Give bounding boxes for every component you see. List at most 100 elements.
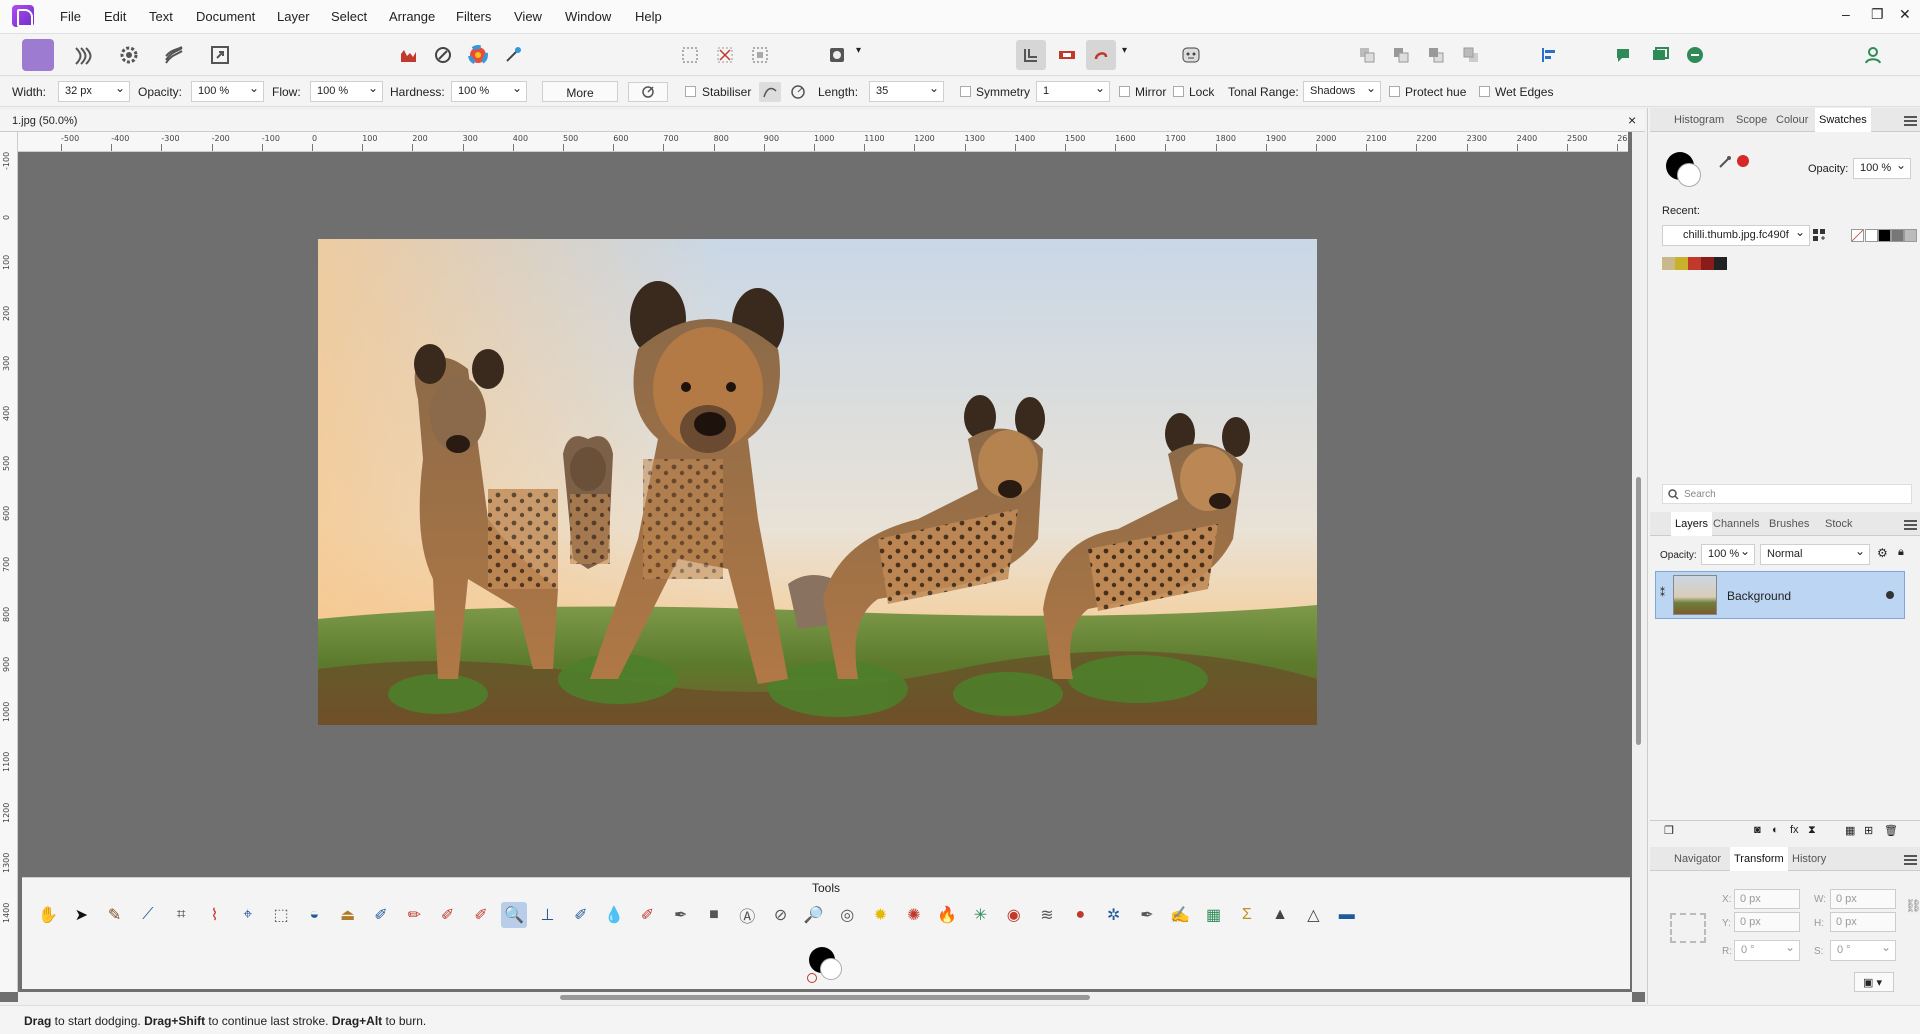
snapping-dropdown-icon[interactable]: ▾ — [1122, 45, 1127, 56]
grid-tool-icon[interactable]: ▦ — [1201, 902, 1227, 928]
menu-edit[interactable]: Edit — [104, 9, 126, 24]
bw-swatch[interactable] — [1891, 229, 1904, 242]
horizontal-ruler[interactable]: -500 -400 -300 -200 -100 0 100 200 300 400 500 600 7… — [18, 132, 1628, 152]
pixel-layer-icon[interactable]: ⧗ — [1808, 824, 1816, 837]
deselect-icon[interactable] — [710, 40, 740, 70]
gear-shape-tool-icon[interactable]: ✳ — [967, 902, 993, 928]
panel-menu-icon[interactable] — [1904, 116, 1917, 126]
recent-swatch[interactable] — [1714, 257, 1727, 270]
artistic-text-tool-icon[interactable]: Ⓐ — [734, 902, 760, 928]
move-tool-icon[interactable]: ➤ — [68, 902, 94, 928]
layer-visibility-icon[interactable] — [1886, 591, 1894, 599]
studio-link-icon[interactable] — [1609, 40, 1639, 70]
brush-options-button[interactable] — [628, 82, 668, 102]
picked-colour-swatch[interactable] — [1737, 155, 1749, 167]
add-layer-icon[interactable]: ⊞ — [1864, 824, 1873, 837]
menu-document[interactable]: Document — [196, 9, 255, 24]
layer-settings-icon[interactable]: ⚙ — [1877, 546, 1888, 560]
tab-colour[interactable]: Colour — [1776, 114, 1808, 126]
h-field[interactable]: 0 px — [1830, 912, 1896, 932]
layer-fx-icon[interactable]: ❐ — [1664, 824, 1674, 837]
white-balance-icon[interactable] — [428, 40, 458, 70]
document-tab[interactable]: 1.jpg (50.0%) × — [0, 110, 1645, 132]
vertical-scrollbar[interactable] — [1632, 132, 1645, 992]
opacity-field[interactable]: 100 % — [191, 81, 264, 102]
s-field[interactable]: 0 ° — [1830, 940, 1896, 961]
menu-arrange[interactable]: Arrange — [389, 9, 435, 24]
width-field[interactable]: 32 px — [58, 81, 130, 102]
triangle-outline-tool-icon[interactable]: △ — [1300, 902, 1326, 928]
bw-swatch[interactable] — [1904, 229, 1917, 242]
arrange-backward-icon[interactable] — [1386, 40, 1416, 70]
force-pixel-alignment-icon[interactable] — [1052, 40, 1082, 70]
shape-tool-icon[interactable]: ■ — [701, 902, 727, 928]
adjustment-icon[interactable]: ◐ — [1772, 824, 1779, 836]
tab-channels[interactable]: Channels — [1713, 518, 1759, 530]
transform-panel-menu-icon[interactable] — [1904, 855, 1917, 865]
hardness-field[interactable]: 100 % — [451, 81, 527, 102]
levels-icon[interactable] — [394, 40, 424, 70]
minimize-button[interactable]: – — [1842, 6, 1850, 22]
lock-icon[interactable]: 🔒︎ — [1898, 546, 1904, 559]
close-button[interactable]: ✕ — [1899, 6, 1911, 23]
dodge-tool-icon[interactable]: 🔍 — [501, 902, 528, 928]
length-field[interactable]: 35 — [869, 81, 944, 102]
tab-transform[interactable]: Transform — [1730, 847, 1788, 871]
halftone-tool-icon[interactable]: ≋ — [1034, 902, 1060, 928]
spiral-tool-icon[interactable]: ◉ — [1001, 902, 1027, 928]
quick-mask-dropdown-icon[interactable]: ▾ — [856, 45, 861, 56]
arrange-forward-icon[interactable] — [1421, 40, 1451, 70]
search-field[interactable]: Search — [1662, 484, 1912, 504]
recent-swatch[interactable] — [1662, 257, 1675, 270]
lock-checkbox[interactable] — [1173, 86, 1184, 97]
gear-tool-icon[interactable]: ✲ — [1101, 902, 1127, 928]
x-field[interactable]: 0 px — [1734, 889, 1800, 909]
panel-tool-icon[interactable]: ▬ — [1334, 902, 1360, 928]
liquify-persona-icon[interactable] — [69, 40, 99, 70]
flow-field[interactable]: 100 % — [310, 81, 383, 102]
photo-persona-icon[interactable] — [22, 39, 54, 71]
clone-tool-icon[interactable]: ✐ — [634, 902, 660, 928]
studio-icon-2[interactable] — [1645, 40, 1675, 70]
selection-brush-tool-icon[interactable]: ⟋ — [135, 902, 161, 928]
sun-shape-tool-icon[interactable]: ✹ — [868, 902, 894, 928]
paint-brush-tool-icon[interactable]: ⌇ — [202, 902, 228, 928]
layer-expand-icon[interactable]: ⁑ — [1660, 588, 1665, 599]
sigma-tool-icon[interactable]: Σ — [1234, 902, 1260, 928]
view-tool-icon[interactable]: ✋ — [35, 902, 61, 928]
node-tool-icon[interactable]: ✒ — [1134, 902, 1160, 928]
snapping-icon[interactable] — [1016, 40, 1046, 70]
palette-dropdown[interactable]: chilli.thumb.jpg.fc490f — [1662, 225, 1810, 246]
restore-button[interactable]: ❐ — [1871, 6, 1884, 23]
flame-tool-icon[interactable]: 🔥 — [934, 902, 960, 928]
tab-swatches[interactable]: Swatches — [1815, 108, 1871, 132]
mesh-warp-tool-icon[interactable]: ✺ — [901, 902, 927, 928]
menu-filters[interactable]: Filters — [456, 9, 491, 24]
move-by-whole-pixels-icon[interactable] — [1086, 40, 1116, 70]
rectangular-marquee-tool-icon[interactable]: ⬚ — [268, 902, 294, 928]
assistant-icon[interactable] — [1176, 40, 1206, 70]
mirror-checkbox[interactable] — [1119, 86, 1130, 97]
bw-swatch[interactable] — [1865, 229, 1878, 242]
smudge-tool-icon[interactable]: ✐ — [568, 902, 594, 928]
crop-tool-icon[interactable]: ⌗ — [168, 902, 194, 928]
swatch-secondary-colour[interactable] — [1677, 163, 1701, 187]
y-field[interactable]: 0 px — [1734, 912, 1800, 932]
canvas-image[interactable] — [318, 239, 1317, 725]
transform-origin-button[interactable]: ▣ ▾ — [1854, 972, 1894, 992]
menu-help[interactable]: Help — [635, 9, 662, 24]
hsl-icon[interactable] — [463, 40, 493, 70]
stabiliser-checkbox[interactable] — [685, 86, 696, 97]
recent-swatch[interactable] — [1675, 257, 1688, 270]
triangle-tool-icon[interactable]: ▲ — [1267, 902, 1293, 928]
flood-select-tool-icon[interactable]: ⌖ — [235, 902, 261, 928]
menu-layer[interactable]: Layer — [277, 9, 310, 24]
burn-tool-icon[interactable]: ⊥ — [535, 902, 561, 928]
blur-tool-icon[interactable]: 💧 — [601, 902, 627, 928]
more-button[interactable]: More — [542, 81, 618, 102]
menu-window[interactable]: Window — [565, 9, 611, 24]
red-eye-tool-icon[interactable]: ● — [1067, 902, 1093, 928]
menu-text[interactable]: Text — [149, 9, 173, 24]
wet-edges-checkbox[interactable] — [1479, 86, 1490, 97]
no-colour-icon[interactable] — [807, 973, 817, 983]
